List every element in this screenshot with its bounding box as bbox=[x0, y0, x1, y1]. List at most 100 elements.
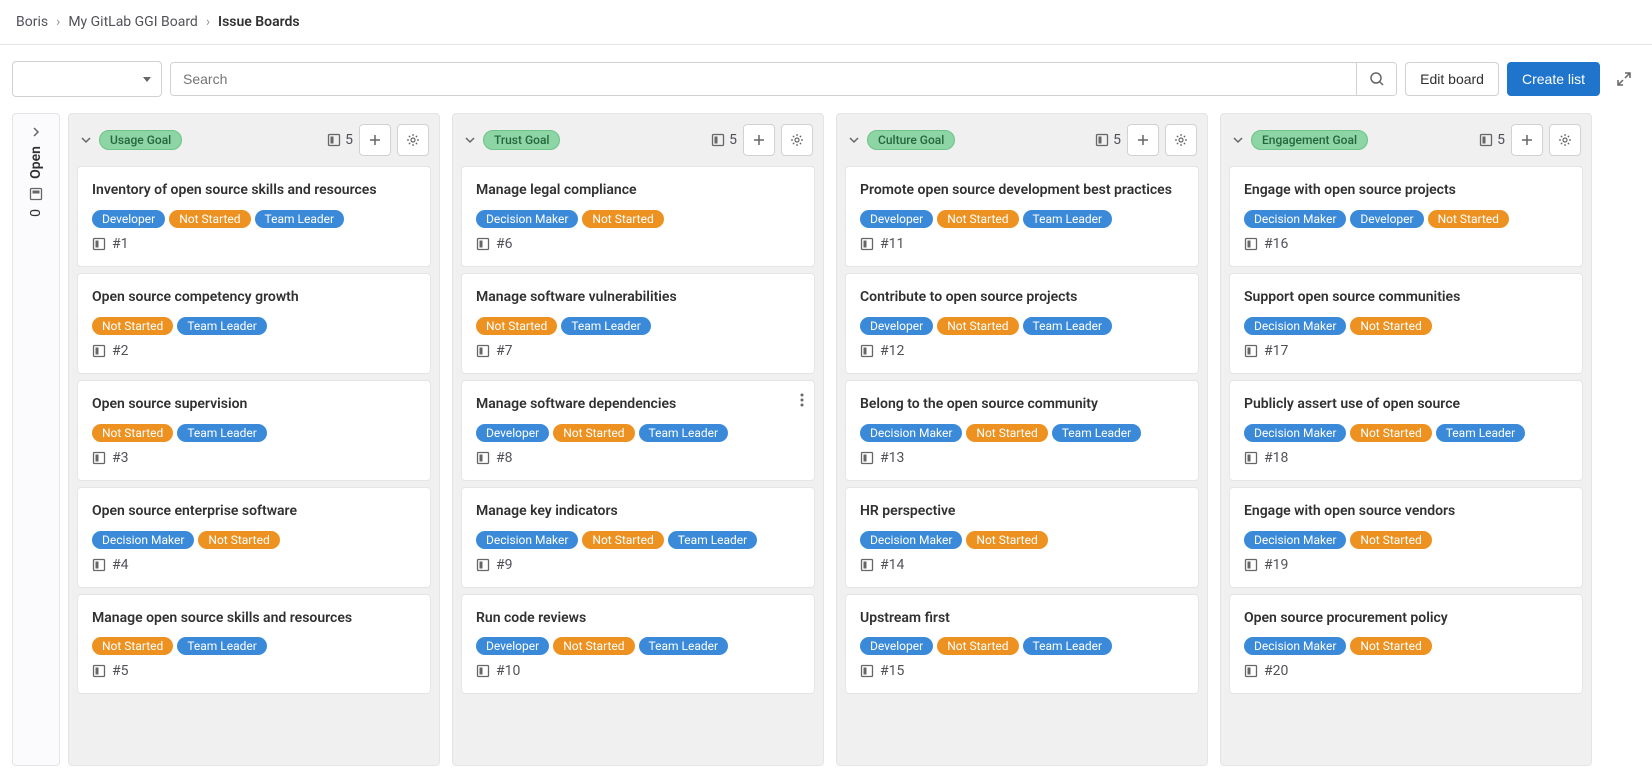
issue-card[interactable]: Publicly assert use of open sourceDecisi… bbox=[1229, 380, 1583, 481]
issue-icon bbox=[860, 344, 874, 358]
card-label[interactable]: Not Started bbox=[169, 210, 250, 228]
fullscreen-button[interactable] bbox=[1608, 63, 1640, 95]
card-label[interactable]: Developer bbox=[476, 637, 549, 655]
issue-card[interactable]: Open source supervisionNot StartedTeam L… bbox=[77, 380, 431, 481]
breadcrumb-link[interactable]: My GitLab GGI Board bbox=[68, 14, 198, 30]
breadcrumb-link[interactable]: Boris bbox=[16, 14, 48, 30]
issue-card[interactable]: Manage software dependenciesDeveloperNot… bbox=[461, 380, 815, 481]
search-input[interactable] bbox=[171, 63, 1356, 95]
card-label[interactable]: Decision Maker bbox=[1244, 210, 1346, 228]
card-label[interactable]: Team Leader bbox=[177, 424, 267, 442]
card-label[interactable]: Decision Maker bbox=[92, 531, 194, 549]
card-label[interactable]: Team Leader bbox=[255, 210, 345, 228]
issue-card[interactable]: Open source procurement policyDecision M… bbox=[1229, 594, 1583, 695]
issue-card[interactable]: Engage with open source projectsDecision… bbox=[1229, 166, 1583, 267]
issue-card[interactable]: Open source competency growthNot Started… bbox=[77, 273, 431, 374]
issue-card[interactable]: Engage with open source vendorsDecision … bbox=[1229, 487, 1583, 588]
collapse-column-button[interactable] bbox=[463, 133, 477, 147]
card-label[interactable]: Developer bbox=[860, 637, 933, 655]
card-label[interactable]: Decision Maker bbox=[860, 424, 962, 442]
card-label[interactable]: Team Leader bbox=[177, 317, 267, 335]
issue-card[interactable]: Manage software vulnerabilitiesNot Start… bbox=[461, 273, 815, 374]
issue-card[interactable]: Manage open source skills and resourcesN… bbox=[77, 594, 431, 695]
column-label-pill[interactable]: Culture Goal bbox=[867, 130, 955, 150]
issue-card[interactable]: Run code reviewsDeveloperNot StartedTeam… bbox=[461, 594, 815, 695]
card-label[interactable]: Decision Maker bbox=[476, 531, 578, 549]
card-label[interactable]: Not Started bbox=[1428, 210, 1509, 228]
collapse-column-button[interactable] bbox=[79, 133, 93, 147]
card-label[interactable]: Not Started bbox=[1350, 637, 1431, 655]
card-label[interactable]: Not Started bbox=[937, 637, 1018, 655]
board-select-dropdown[interactable]: GGI Activities/Go… bbox=[12, 61, 162, 97]
create-list-button[interactable]: Create list bbox=[1507, 62, 1600, 96]
issue-card[interactable]: Belong to the open source communityDecis… bbox=[845, 380, 1199, 481]
card-label[interactable]: Not Started bbox=[937, 317, 1018, 335]
collapse-column-button[interactable] bbox=[1231, 133, 1245, 147]
issue-card[interactable]: Contribute to open source projectsDevelo… bbox=[845, 273, 1199, 374]
card-footer: #16 bbox=[1244, 236, 1568, 252]
add-card-button[interactable] bbox=[1511, 124, 1543, 156]
column-settings-button[interactable] bbox=[1549, 124, 1581, 156]
card-label[interactable]: Team Leader bbox=[668, 531, 758, 549]
card-label[interactable]: Decision Maker bbox=[1244, 637, 1346, 655]
column-settings-button[interactable] bbox=[781, 124, 813, 156]
issue-card[interactable]: Inventory of open source skills and reso… bbox=[77, 166, 431, 267]
card-label[interactable]: Not Started bbox=[92, 424, 173, 442]
card-label[interactable]: Not Started bbox=[937, 210, 1018, 228]
card-label[interactable]: Not Started bbox=[92, 637, 173, 655]
card-label[interactable]: Decision Maker bbox=[476, 210, 578, 228]
card-label[interactable]: Team Leader bbox=[639, 424, 729, 442]
column-settings-button[interactable] bbox=[397, 124, 429, 156]
card-label[interactable]: Team Leader bbox=[177, 637, 267, 655]
open-column-collapsed[interactable]: Open 0 bbox=[12, 113, 60, 766]
card-label[interactable]: Team Leader bbox=[1023, 637, 1113, 655]
card-label[interactable]: Decision Maker bbox=[1244, 317, 1346, 335]
card-label[interactable]: Developer bbox=[476, 424, 549, 442]
issue-card[interactable]: Manage key indicatorsDecision MakerNot S… bbox=[461, 487, 815, 588]
card-label[interactable]: Not Started bbox=[966, 531, 1047, 549]
add-card-button[interactable] bbox=[1127, 124, 1159, 156]
card-label[interactable]: Not Started bbox=[582, 210, 663, 228]
column-settings-button[interactable] bbox=[1165, 124, 1197, 156]
search-button[interactable] bbox=[1356, 63, 1396, 95]
card-label[interactable]: Developer bbox=[860, 317, 933, 335]
issue-card[interactable]: Promote open source development best pra… bbox=[845, 166, 1199, 267]
card-label[interactable]: Developer bbox=[1350, 210, 1423, 228]
column-label-pill[interactable]: Trust Goal bbox=[483, 130, 560, 150]
card-label[interactable]: Not Started bbox=[476, 317, 557, 335]
card-label[interactable]: Team Leader bbox=[639, 637, 729, 655]
card-footer: #14 bbox=[860, 557, 1184, 573]
card-label[interactable]: Decision Maker bbox=[860, 531, 962, 549]
card-label[interactable]: Decision Maker bbox=[1244, 424, 1346, 442]
issue-card[interactable]: Open source enterprise softwareDecision … bbox=[77, 487, 431, 588]
card-label[interactable]: Team Leader bbox=[1052, 424, 1142, 442]
card-label[interactable]: Team Leader bbox=[1436, 424, 1526, 442]
card-label[interactable]: Not Started bbox=[1350, 531, 1431, 549]
card-label[interactable]: Team Leader bbox=[1023, 210, 1113, 228]
column-label-pill[interactable]: Engagement Goal bbox=[1251, 130, 1368, 150]
card-label[interactable]: Not Started bbox=[92, 317, 173, 335]
issue-card[interactable]: HR perspectiveDecision MakerNot Started#… bbox=[845, 487, 1199, 588]
card-label[interactable]: Not Started bbox=[553, 424, 634, 442]
card-label[interactable]: Not Started bbox=[966, 424, 1047, 442]
card-label[interactable]: Team Leader bbox=[561, 317, 651, 335]
card-label[interactable]: Developer bbox=[92, 210, 165, 228]
column-label-pill[interactable]: Usage Goal bbox=[99, 130, 182, 150]
issue-card[interactable]: Support open source communitiesDecision … bbox=[1229, 273, 1583, 374]
card-label[interactable]: Not Started bbox=[198, 531, 279, 549]
plus-icon bbox=[1520, 133, 1534, 147]
card-label[interactable]: Team Leader bbox=[1023, 317, 1113, 335]
card-label[interactable]: Not Started bbox=[553, 637, 634, 655]
add-card-button[interactable] bbox=[743, 124, 775, 156]
card-label[interactable]: Not Started bbox=[1350, 424, 1431, 442]
add-card-button[interactable] bbox=[359, 124, 391, 156]
issue-card[interactable]: Upstream firstDeveloperNot StartedTeam L… bbox=[845, 594, 1199, 695]
collapse-column-button[interactable] bbox=[847, 133, 861, 147]
card-label[interactable]: Not Started bbox=[1350, 317, 1431, 335]
card-label[interactable]: Developer bbox=[860, 210, 933, 228]
edit-board-button[interactable]: Edit board bbox=[1405, 62, 1499, 96]
card-label[interactable]: Decision Maker bbox=[1244, 531, 1346, 549]
card-menu-button[interactable] bbox=[800, 393, 804, 407]
card-label[interactable]: Not Started bbox=[582, 531, 663, 549]
issue-card[interactable]: Manage legal complianceDecision MakerNot… bbox=[461, 166, 815, 267]
